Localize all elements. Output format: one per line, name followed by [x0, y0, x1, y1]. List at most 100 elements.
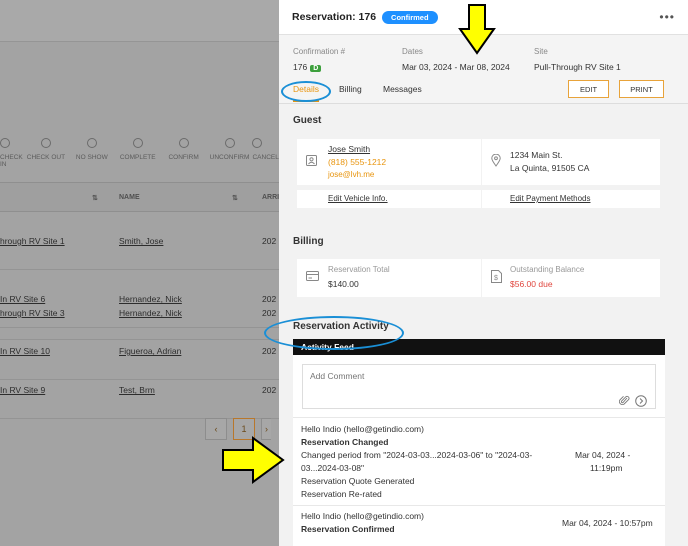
tab-billing[interactable]: Billing [339, 84, 362, 94]
complete-label: COMPLETE [119, 154, 156, 161]
background-toolbar: CHECK IN CHECK OUT NO SHOW COMPLETE CONF… [0, 138, 280, 172]
print-button[interactable]: PRINT [619, 80, 664, 98]
guest-email[interactable]: jose@lvh.me [328, 170, 374, 179]
entry-time: 11:19pm [590, 463, 623, 473]
check-out-icon [40, 138, 51, 148]
reservation-drawer: Reservation: 176 Confirmed ••• Confirmat… [279, 0, 688, 546]
row-name[interactable]: Figueroa, Adrian [119, 346, 181, 356]
unconfirm-action[interactable]: UNCONFIRM [207, 138, 253, 172]
invoice-icon: $ [491, 270, 502, 283]
row-site[interactable]: hrough RV Site 3 [0, 308, 65, 318]
edit-payment-card: Edit Payment Methods [482, 190, 660, 208]
row-site[interactable]: hrough RV Site 1 [0, 236, 65, 246]
arrow-right-icon [222, 436, 285, 484]
drawer-tabs: Details Billing Messages EDIT PRINT [279, 76, 688, 104]
entry-date: Mar 04, 2024 - [575, 450, 631, 460]
annotation-circle-activity [264, 316, 404, 350]
table-row[interactable]: In RV Site 9 Test, Brm 202 [0, 361, 280, 419]
cancel-label: CANCEL [252, 154, 279, 161]
row-arrival: 202 [262, 308, 277, 318]
entry-author: Hello Indio (hello@getindio.com) [301, 511, 424, 521]
reservation-total-value: $140.00 [328, 279, 359, 289]
unconfirm-label: UNCONFIRM [209, 154, 250, 161]
entry-detail: 03...2024-03-08" [301, 463, 365, 473]
comment-box[interactable] [302, 364, 656, 409]
confirm-action[interactable]: CONFIRM [161, 138, 207, 172]
guest-address-line2: La Quinta, 91505 CA [510, 163, 590, 173]
credit-card-icon [306, 271, 319, 281]
drawer-title: Reservation: 176 [292, 11, 377, 23]
site-label: Site [534, 47, 548, 56]
check-in-action[interactable]: CHECK IN [0, 138, 23, 172]
outstanding-balance-value: $56.00 due [510, 279, 553, 289]
complete-icon [132, 138, 143, 148]
column-name[interactable]: NAME [119, 194, 140, 201]
outstanding-balance-label: Outstanding Balance [510, 265, 585, 274]
comment-input[interactable] [310, 371, 610, 381]
sort-icon[interactable]: ⇅ [232, 194, 238, 202]
reservation-total-card: Reservation Total $140.00 [297, 259, 481, 297]
row-name[interactable]: Smith, Jose [119, 236, 163, 246]
edit-payment-link[interactable]: Edit Payment Methods [510, 194, 590, 203]
background-table-header: ⇅ NAME ⇅ ARRI [0, 182, 280, 212]
entry-detail: Changed period from "2024-03-03...2024-0… [301, 450, 533, 460]
send-icon[interactable] [635, 395, 647, 407]
outstanding-balance-card: $ Outstanding Balance $56.00 due [482, 259, 660, 297]
guest-phone[interactable]: (818) 555-1212 [328, 157, 386, 167]
more-horizontal-icon[interactable]: ••• [659, 10, 675, 24]
guest-contact-card: Jose Smith (818) 555-1212 jose@lvh.me [297, 139, 481, 185]
reservation-total-label: Reservation Total [328, 265, 390, 274]
contact-card-icon [306, 155, 317, 166]
entry-author: Hello Indio (hello@getindio.com) [301, 424, 424, 434]
row-site[interactable]: In RV Site 9 [0, 385, 45, 395]
dates-value: Mar 03, 2024 - Mar 08, 2024 [402, 62, 510, 72]
guest-name-link[interactable]: Jose Smith [328, 144, 370, 154]
confirm-icon [178, 138, 189, 148]
no-show-action[interactable]: NO SHOW [69, 138, 115, 172]
confirmation-label: Confirmation # [293, 47, 346, 56]
row-arrival: 202 [262, 236, 277, 246]
confirmation-value: 176 D [293, 62, 322, 72]
complete-action[interactable]: COMPLETE [115, 138, 161, 172]
table-row[interactable]: hrough RV Site 1 Smith, Jose 202 [0, 212, 280, 270]
confirmation-type-badge: D [310, 65, 322, 72]
check-in-label: CHECK IN [0, 154, 23, 168]
row-name[interactable]: Hernandez, Nick [119, 308, 182, 318]
unconfirm-icon [224, 138, 235, 148]
guest-address-card: 1234 Main St. La Quinta, 91505 CA [482, 139, 660, 185]
status-badge: Confirmed [382, 10, 438, 24]
check-out-action[interactable]: CHECK OUT [23, 138, 69, 172]
edit-button[interactable]: EDIT [568, 80, 609, 98]
activity-entry: Hello Indio (hello@getindio.com) Reserva… [293, 417, 665, 505]
activity-feed: Hello Indio (hello@getindio.com) Reserva… [293, 355, 665, 546]
row-arrival: 202 [262, 346, 277, 356]
row-arrival: 202 [262, 385, 277, 395]
arrow-down-icon [458, 4, 496, 55]
row-name[interactable]: Test, Brm [119, 385, 155, 395]
dates-label: Dates [402, 47, 423, 56]
site-value: Pull-Through RV Site 1 [534, 62, 621, 72]
entry-event: Reservation Confirmed [301, 524, 395, 534]
edit-vehicle-card: Edit Vehicle Info. [297, 190, 481, 208]
paperclip-icon[interactable] [619, 395, 630, 406]
entry-event: Reservation Changed [301, 437, 389, 447]
sort-icon[interactable]: ⇅ [92, 194, 98, 202]
guest-section-title: Guest [293, 115, 322, 126]
activity-entry: Hello Indio (hello@getindio.com) Reserva… [293, 505, 665, 546]
svg-text:$: $ [494, 275, 498, 282]
confirm-label: CONFIRM [168, 154, 199, 161]
cancel-icon [252, 138, 263, 148]
tab-messages[interactable]: Messages [383, 84, 422, 94]
confirmation-number: 176 [293, 62, 308, 72]
row-site[interactable]: In RV Site 10 [0, 346, 50, 356]
guest-address-line1: 1234 Main St. [510, 150, 563, 160]
edit-vehicle-link[interactable]: Edit Vehicle Info. [328, 194, 388, 203]
cancel-action[interactable]: CANCEL [252, 138, 280, 172]
map-pin-icon [491, 154, 501, 167]
no-show-label: NO SHOW [75, 154, 108, 161]
entry-detail: Reservation Re-rated [301, 489, 382, 499]
entry-date: Mar 04, 2024 - 10:57pm [562, 518, 653, 528]
entry-detail: Reservation Quote Generated [301, 476, 415, 486]
column-arrival[interactable]: ARRI [262, 194, 279, 201]
check-out-label: CHECK OUT [26, 154, 66, 161]
